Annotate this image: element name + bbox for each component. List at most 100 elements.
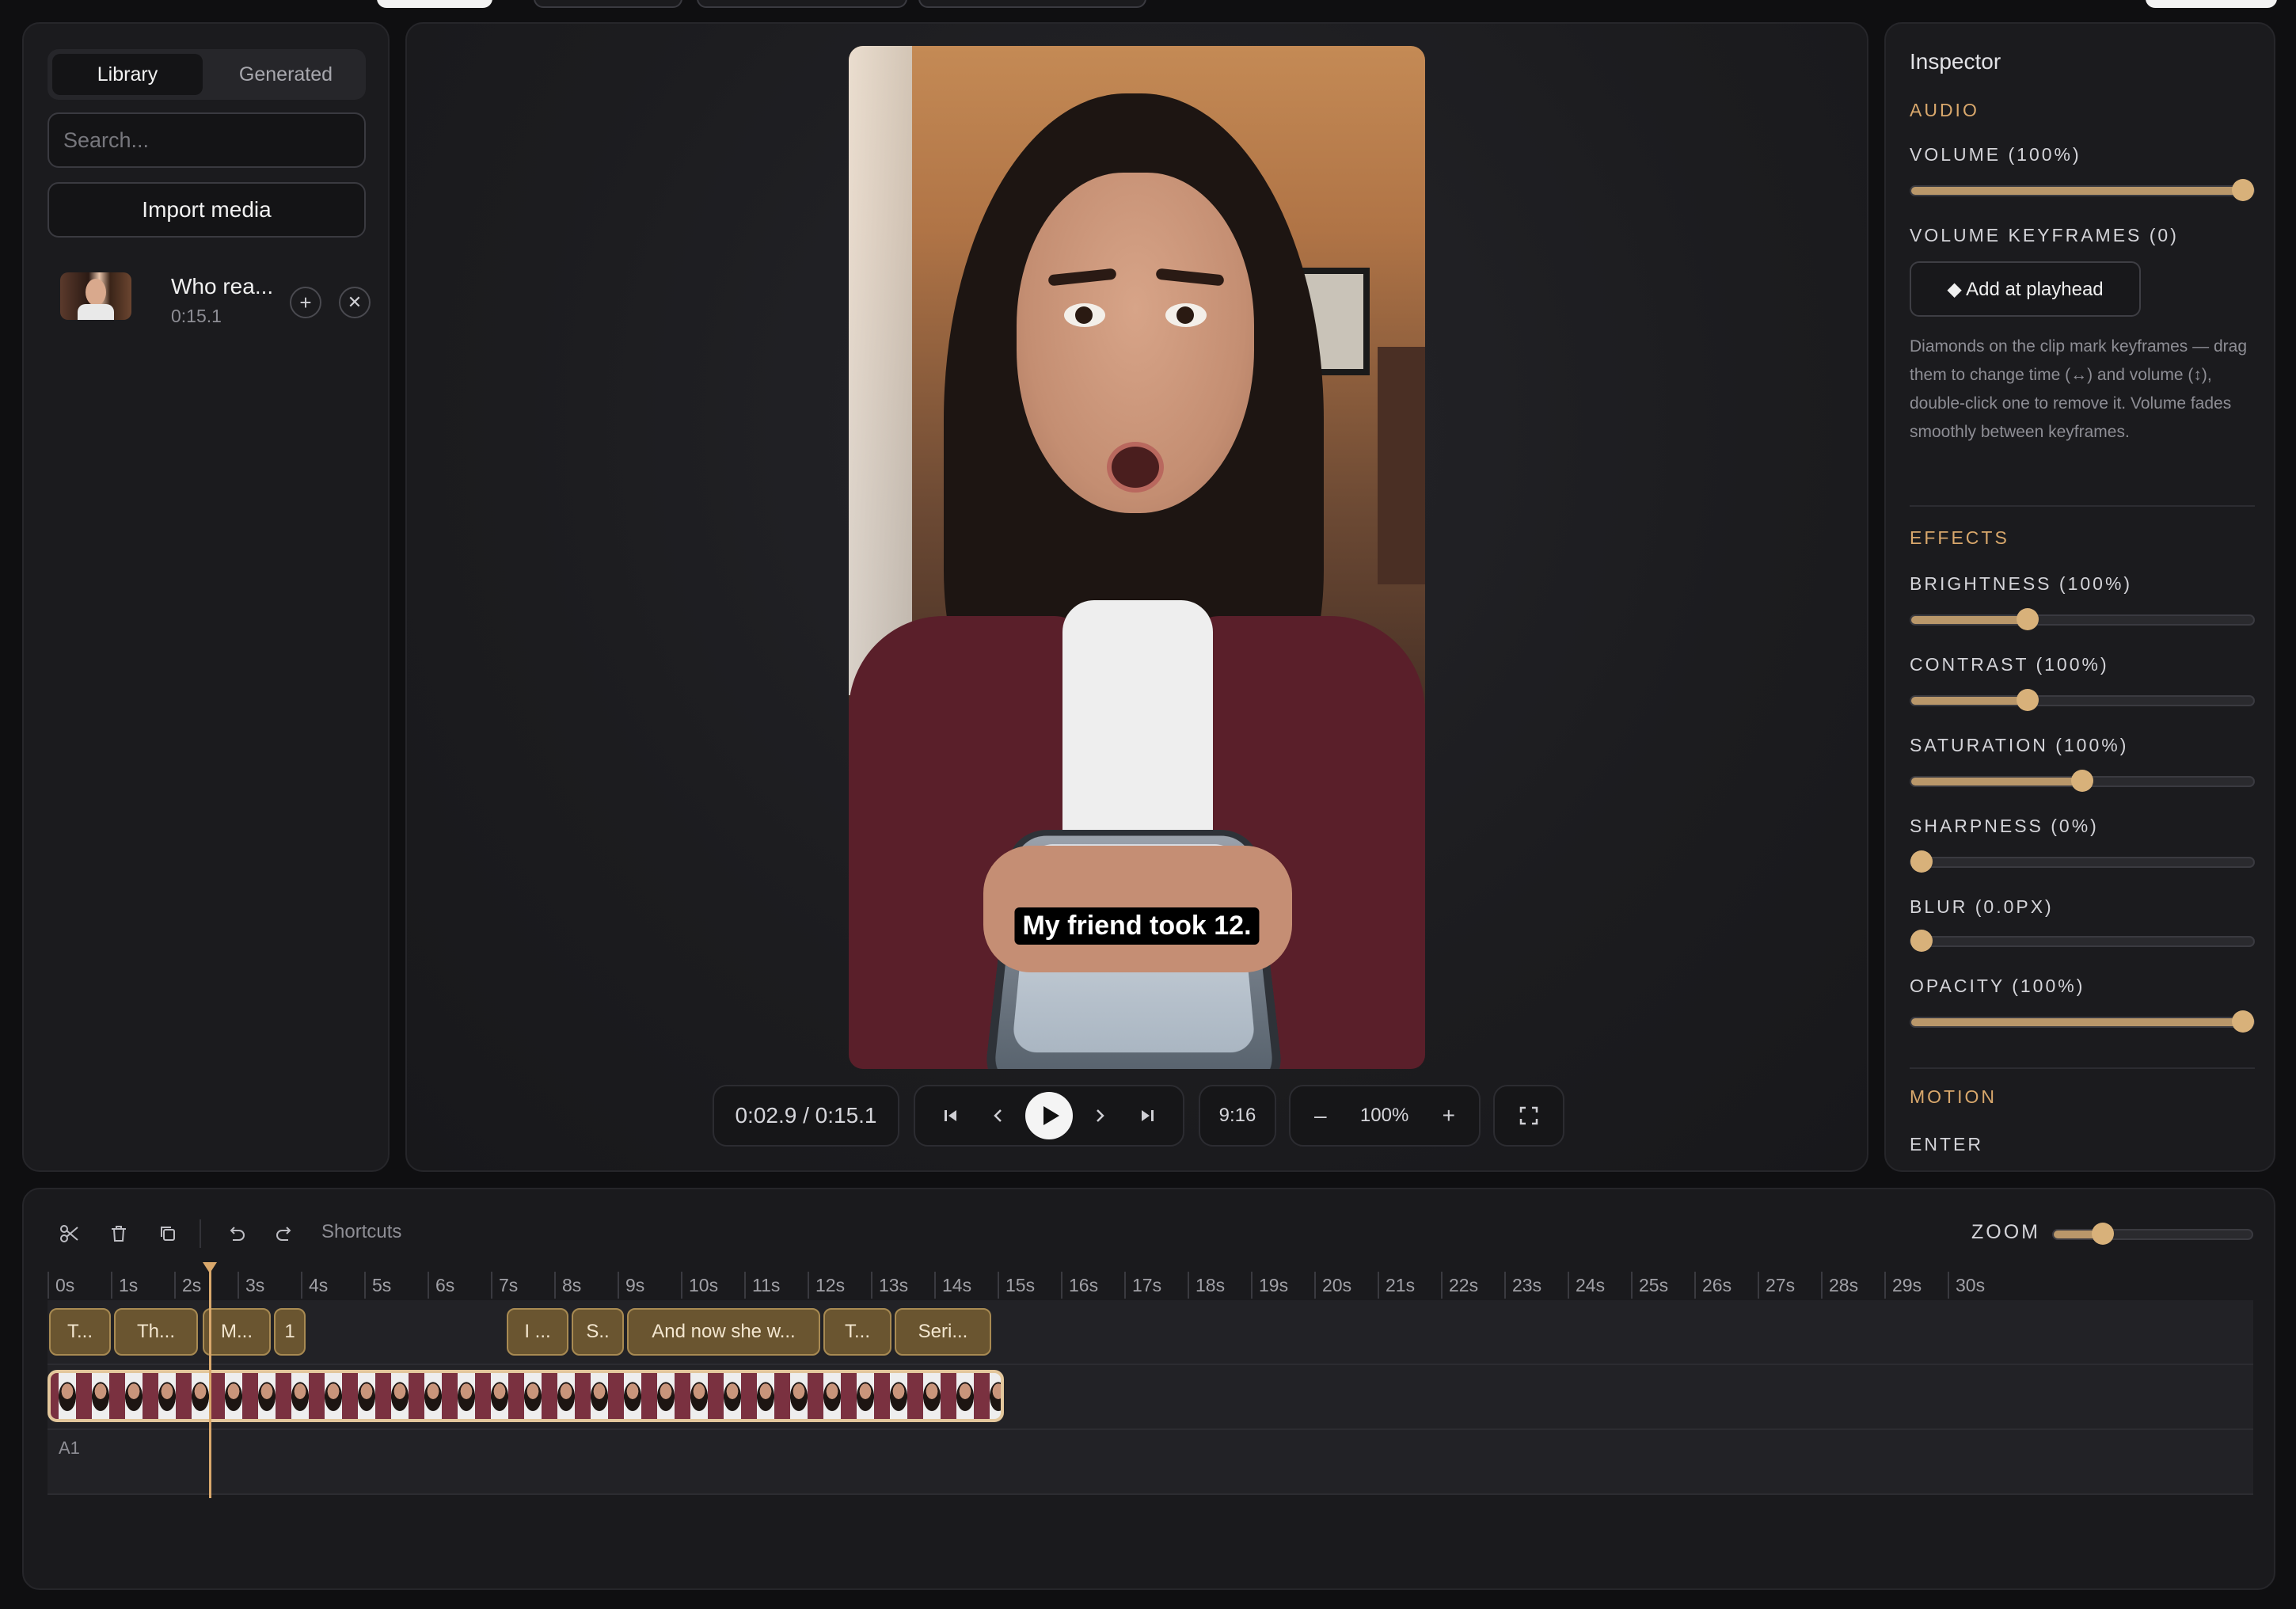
fullscreen-button[interactable] (1493, 1085, 1564, 1147)
undo-icon (230, 1227, 245, 1241)
audio-track: A1 (48, 1430, 2253, 1495)
ruler-tick: 9s (618, 1272, 644, 1299)
ruler-tick: 15s (998, 1272, 1035, 1299)
add-to-timeline-button[interactable]: + (290, 287, 321, 318)
caption-track: T... Th... M... 1 I ... S.. And now she w... T.… (48, 1300, 2253, 1365)
sharpness-label: SHARPNESS (0%) (1910, 816, 2099, 836)
ruler-tick: 4s (301, 1272, 328, 1299)
caption-clip[interactable]: T... (49, 1308, 111, 1356)
ruler-tick: 6s (428, 1272, 454, 1299)
redo-tool[interactable] (269, 1218, 301, 1250)
skip-to-start-icon[interactable] (927, 1107, 975, 1124)
top-button-stub[interactable] (918, 0, 1146, 8)
delete-tool[interactable] (103, 1218, 135, 1250)
caption-clip[interactable]: Seri... (895, 1308, 991, 1356)
inspector-title: Inspector (1910, 49, 2001, 74)
ruler-tick: 25s (1631, 1272, 1668, 1299)
video-track (48, 1365, 2253, 1430)
top-button-stub[interactable] (377, 0, 492, 8)
preview-panel: My friend took 12. 0:02.9 / 0:15.1 9:16 … (405, 22, 1868, 1172)
step-back-icon[interactable] (975, 1107, 1022, 1124)
add-keyframe-button[interactable]: ◆ Add at playhead (1910, 261, 2141, 317)
effects-heading: EFFECTS (1910, 527, 2009, 548)
timeline-zoom-slider[interactable] (2052, 1223, 2253, 1245)
caption-clip[interactable]: M... (203, 1308, 271, 1356)
sharpness-slider[interactable] (1910, 850, 2255, 873)
video-clip[interactable] (48, 1370, 1004, 1422)
toolbar-divider (200, 1219, 201, 1248)
opacity-slider[interactable] (1910, 1010, 2255, 1033)
ruler-tick: 16s (1061, 1272, 1098, 1299)
ruler-tick: 29s (1884, 1272, 1922, 1299)
ruler-tick: 17s (1124, 1272, 1161, 1299)
import-media-button[interactable]: Import media (48, 182, 366, 238)
caption-clip[interactable]: 1 (274, 1308, 306, 1356)
undo-tool[interactable] (220, 1218, 252, 1250)
search-input[interactable] (48, 112, 366, 168)
opacity-label: OPACITY (100%) (1910, 976, 2085, 996)
top-button-stub[interactable] (697, 0, 907, 8)
tab-library[interactable]: Library (52, 54, 203, 95)
ruler-tick: 22s (1441, 1272, 1478, 1299)
audio-heading: AUDIO (1910, 100, 1979, 120)
brightness-slider[interactable] (1910, 608, 2255, 630)
play-button[interactable] (1025, 1092, 1073, 1139)
scissors-icon (60, 1225, 78, 1242)
transport-controls (914, 1085, 1184, 1147)
top-button-stub[interactable] (2146, 0, 2277, 8)
time-ruler[interactable]: 0s 1s 2s 3s 4s 5s 6s 7s 8s 9s 10s 11s 12s 13s 14s 15s 16… (48, 1272, 2253, 1303)
caption-clip[interactable]: S.. (572, 1308, 624, 1356)
ruler-tick: 18s (1188, 1272, 1225, 1299)
saturation-slider[interactable] (1910, 770, 2255, 792)
ruler-tick: 23s (1504, 1272, 1541, 1299)
zoom-level: 100% (1359, 1105, 1409, 1126)
top-button-stub[interactable] (534, 0, 682, 8)
inspector-panel: Inspector AUDIO VOLUME (100%) VOLUME KEY… (1884, 22, 2275, 1172)
enter-label: ENTER (1910, 1134, 1983, 1154)
motion-heading: MOTION (1910, 1086, 1997, 1107)
ruler-tick: 10s (681, 1272, 718, 1299)
zoom-in-button[interactable]: + (1443, 1103, 1455, 1128)
trash-icon (112, 1226, 126, 1242)
playhead[interactable] (203, 1262, 217, 1498)
ruler-tick: 24s (1568, 1272, 1605, 1299)
video-preview[interactable]: My friend took 12. (849, 46, 1425, 1069)
ruler-tick: 2s (174, 1272, 201, 1299)
audio-track-label: A1 (59, 1438, 80, 1458)
caption-clip[interactable]: And now she w... (627, 1308, 820, 1356)
ruler-tick: 30s (1948, 1272, 1985, 1299)
skip-to-end-icon[interactable] (1123, 1107, 1171, 1124)
ruler-tick: 20s (1314, 1272, 1351, 1299)
contrast-label: CONTRAST (100%) (1910, 654, 2109, 675)
ruler-tick: 28s (1821, 1272, 1858, 1299)
aspect-ratio-button[interactable]: 9:16 (1199, 1085, 1276, 1147)
ruler-tick: 27s (1758, 1272, 1795, 1299)
caption-clip[interactable]: Th... (114, 1308, 198, 1356)
duplicate-tool[interactable] (152, 1218, 184, 1250)
ruler-tick: 1s (111, 1272, 138, 1299)
tab-generated[interactable]: Generated (211, 54, 361, 95)
shortcuts-button[interactable]: Shortcuts (321, 1221, 401, 1243)
media-thumbnail (60, 272, 131, 320)
caption-clip[interactable]: I ... (507, 1308, 568, 1356)
split-tool[interactable] (54, 1218, 86, 1250)
media-item[interactable]: Who rea... 0:15.1 + ✕ (60, 269, 371, 333)
volume-slider[interactable] (1910, 179, 2255, 201)
caption-overlay[interactable]: My friend took 12. (1014, 907, 1260, 945)
zoom-out-button[interactable]: – (1314, 1103, 1327, 1128)
caption-clip[interactable]: T... (823, 1308, 891, 1356)
timeline-panel: Shortcuts ZOOM 0s 1s 2s 3s 4s 5s 6s 7s 8s 9s 10s 11… (22, 1188, 2275, 1590)
step-forward-icon[interactable] (1076, 1107, 1123, 1124)
blur-slider[interactable] (1910, 930, 2255, 952)
ruler-tick: 19s (1251, 1272, 1288, 1299)
ruler-tick: 13s (871, 1272, 908, 1299)
library-tab-switch: Library Generated (48, 49, 366, 100)
blur-label: BLUR (0.0PX) (1910, 896, 2054, 917)
brightness-label: BRIGHTNESS (100%) (1910, 573, 2133, 594)
media-duration: 0:15.1 (171, 306, 222, 326)
contrast-slider[interactable] (1910, 689, 2255, 711)
copy-icon (161, 1227, 175, 1241)
saturation-label: SATURATION (100%) (1910, 735, 2129, 755)
remove-media-button[interactable]: ✕ (339, 287, 371, 318)
ruler-tick: 7s (491, 1272, 518, 1299)
